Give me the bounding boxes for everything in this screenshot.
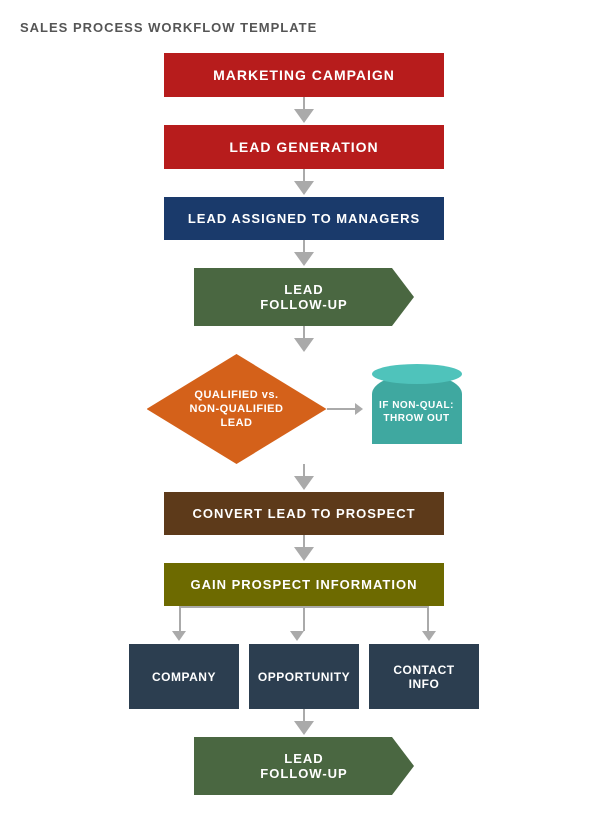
cylinder-node: IF NON-QUAL: THROW OUT bbox=[372, 374, 462, 444]
split-connector bbox=[124, 606, 484, 644]
convert-lead-node: CONVERT LEAD TO PROSPECT bbox=[164, 492, 444, 535]
three-boxes-row: COMPANY OPPORTUNITY CONTACT INFO bbox=[10, 644, 598, 709]
cylinder-side: IF NON-QUAL: THROW OUT bbox=[372, 374, 462, 444]
connector-4 bbox=[294, 326, 314, 354]
gain-prospect-node: GAIN PROSPECT INFORMATION bbox=[164, 563, 444, 606]
qualified-row: QUALIFIED vs. NON-QUALIFIED LEAD IF NON-… bbox=[10, 354, 598, 464]
page-title: SALES PROCESS WORKFLOW TEMPLATE bbox=[10, 20, 598, 35]
cylinder-text: IF NON-QUAL: THROW OUT bbox=[379, 399, 454, 425]
connector-1 bbox=[294, 97, 314, 125]
company-node: COMPANY bbox=[129, 644, 239, 709]
arrow-right-connector bbox=[327, 408, 357, 410]
connector-3 bbox=[294, 240, 314, 268]
flow-diagram: MARKETING CAMPAIGN LEAD GENERATION LEAD … bbox=[10, 53, 598, 795]
lead-assigned-node: LEAD ASSIGNED TO MANAGERS bbox=[164, 197, 444, 240]
opportunity-node: OPPORTUNITY bbox=[249, 644, 359, 709]
contact-info-node: CONTACT INFO bbox=[369, 644, 479, 709]
connector-6 bbox=[294, 535, 314, 563]
marketing-campaign-node: MARKETING CAMPAIGN bbox=[164, 53, 444, 97]
connector-2 bbox=[294, 169, 314, 197]
qualified-diamond: QUALIFIED vs. NON-QUALIFIED LEAD bbox=[147, 354, 327, 464]
lead-followup-top-node: LEAD FOLLOW-UP bbox=[194, 268, 414, 326]
qualified-text: QUALIFIED vs. NON-QUALIFIED LEAD bbox=[170, 388, 304, 431]
lead-generation-node: LEAD GENERATION bbox=[164, 125, 444, 169]
connector-7 bbox=[294, 709, 314, 737]
lead-followup-bottom-node: LEAD FOLLOW-UP bbox=[194, 737, 414, 795]
connector-5 bbox=[294, 464, 314, 492]
